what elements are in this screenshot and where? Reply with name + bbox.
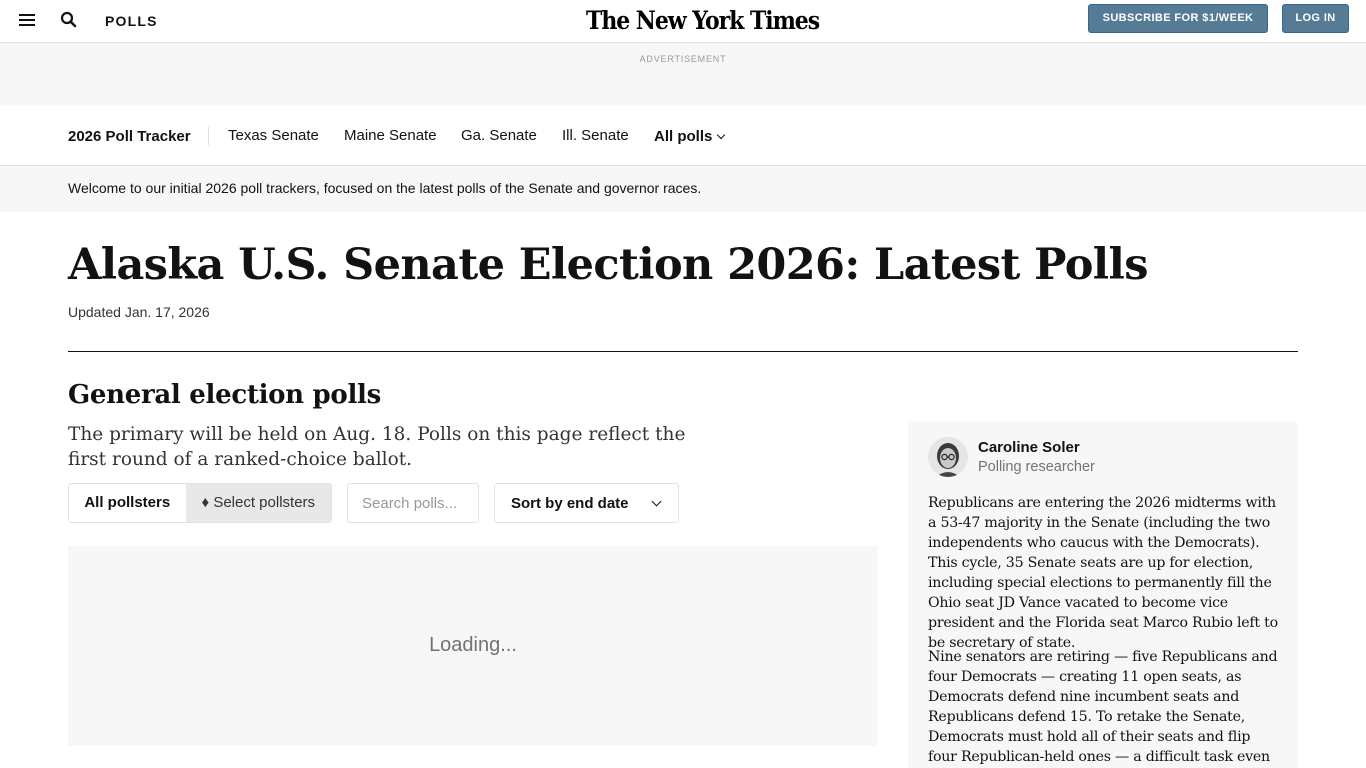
advertisement-area: ADVERTISEMENT: [0, 43, 1366, 105]
select-pollsters-button[interactable]: ♦ Select pollsters: [185, 484, 331, 522]
welcome-banner: Welcome to our initial 2026 poll tracker…: [0, 166, 1366, 212]
poll-tracker-nav: 2026 Poll Tracker Texas Senate Maine Sen…: [0, 105, 1366, 166]
sort-label: Sort by end date: [511, 495, 629, 512]
chevron-down-icon: [651, 496, 662, 507]
advertisement-label: ADVERTISEMENT: [639, 54, 727, 64]
nav-all-polls-dropdown[interactable]: All polls: [654, 128, 726, 145]
sidebar-paragraph: Nine senators are retiring — five Republ…: [928, 649, 1278, 765]
subscribe-button[interactable]: SUBSCRIBE FOR $1/WEEK: [1088, 4, 1268, 33]
all-polls-label: All polls: [654, 128, 713, 145]
analysis-sidebar: Caroline Soler Polling researcher Republ…: [908, 421, 1298, 768]
author-avatar: [928, 437, 968, 477]
nav-item-ill-senate[interactable]: Ill. Senate: [562, 127, 629, 144]
login-button[interactable]: LOG IN: [1282, 4, 1349, 33]
nav-item-texas-senate[interactable]: Texas Senate: [228, 127, 319, 144]
nav-item-maine-senate[interactable]: Maine Senate: [344, 127, 437, 144]
welcome-text: Welcome to our initial 2026 poll tracker…: [68, 180, 702, 196]
sort-dropdown[interactable]: Sort by end date: [494, 483, 679, 523]
search-polls-input[interactable]: [347, 483, 479, 523]
polls-table-placeholder: Loading...: [68, 546, 878, 746]
chevron-down-icon: [717, 130, 726, 140]
nav-poll-tracker[interactable]: 2026 Poll Tracker: [68, 128, 191, 145]
nyt-logo[interactable]: The New York Times: [586, 6, 820, 35]
section-title: General election polls: [68, 380, 381, 410]
search-icon[interactable]: [60, 11, 78, 29]
all-pollsters-button[interactable]: All pollsters: [69, 484, 186, 522]
loading-text: Loading...: [429, 634, 517, 656]
section-label[interactable]: POLLS: [105, 13, 158, 29]
menu-icon[interactable]: [19, 14, 35, 26]
top-bar: POLLS The New York Times SUBSCRIBE FOR $…: [0, 0, 1366, 43]
author-name[interactable]: Caroline Soler: [978, 439, 1080, 456]
updated-timestamp: Updated Jan. 17, 2026: [68, 304, 210, 320]
author-role: Polling researcher: [978, 459, 1095, 475]
pollster-filter-toggle: All pollsters ♦ Select pollsters: [68, 483, 332, 523]
nav-divider: [208, 127, 209, 145]
page-title: Alaska U.S. Senate Election 2026: Latest…: [68, 240, 1148, 290]
headline-divider: [68, 351, 1298, 352]
section-description: The primary will be held on Aug. 18. Pol…: [68, 424, 686, 470]
sidebar-paragraph: Republicans are entering the 2026 midter…: [928, 495, 1278, 651]
nav-item-ga-senate[interactable]: Ga. Senate: [461, 127, 537, 144]
